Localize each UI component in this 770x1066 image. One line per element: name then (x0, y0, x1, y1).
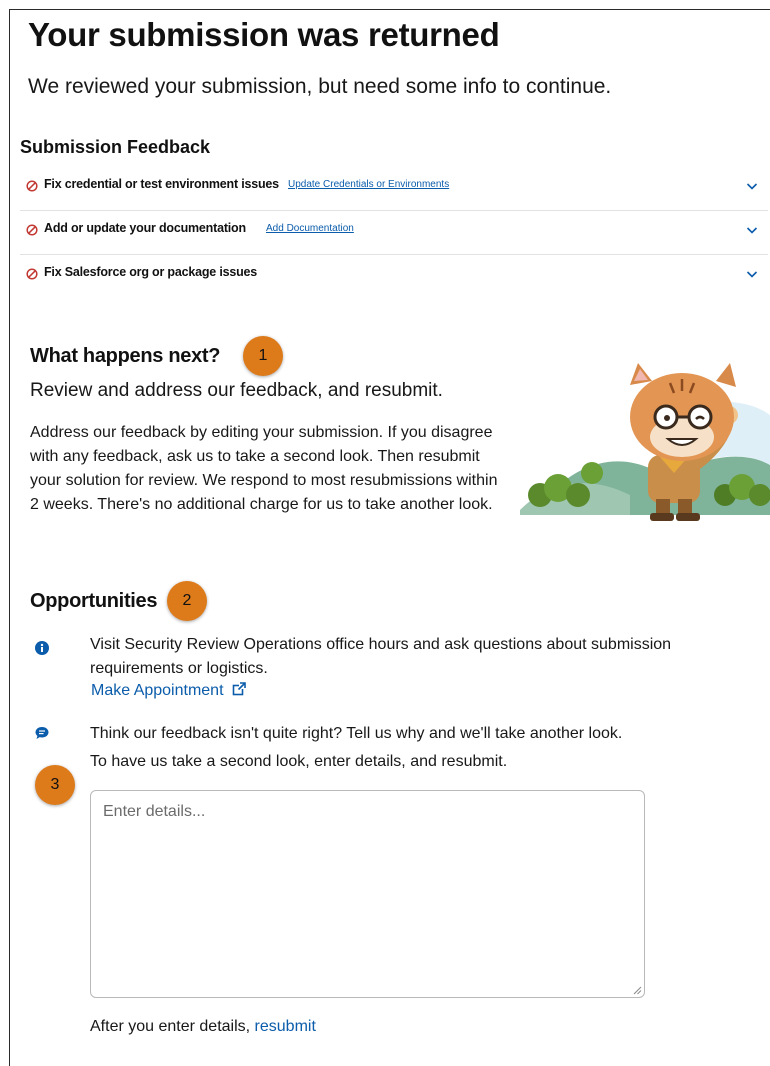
feedback-item-label: Add or update your documentation (44, 221, 246, 235)
second-look-instructions: To have us take a second look, enter det… (90, 753, 508, 770)
office-hours-text: Visit Security Review Operations office … (90, 636, 672, 677)
page-subtitle: We reviewed your submission, but need so… (28, 75, 612, 98)
feedback-item-credentials[interactable]: Fix credential or test environment issue… (20, 167, 768, 211)
chevron-down-icon[interactable] (746, 181, 758, 191)
chat-bubble-icon (35, 727, 49, 739)
feedback-item-label: Fix Salesforce org or package issues (44, 265, 258, 279)
chevron-down-icon[interactable] (746, 225, 758, 235)
update-credentials-link[interactable]: Update Credentials or Environments (288, 179, 449, 190)
feedback-item-org-package[interactable]: Fix Salesforce org or package issues (20, 255, 768, 299)
blocked-icon (26, 224, 38, 236)
after-details-text: After you enter details, resubmit (90, 1018, 316, 1036)
next-subheading: Review and address our feedback, and res… (30, 380, 443, 401)
feedback-item-documentation[interactable]: Add or update your documentation Add Doc… (20, 211, 768, 255)
next-body-text: Address our feedback by editing your sub… (30, 424, 498, 513)
mascot-illustration (520, 363, 770, 521)
opportunities-heading: Opportunities (30, 590, 158, 612)
add-documentation-link[interactable]: Add Documentation (266, 223, 354, 234)
callout-badge: 1 (243, 336, 283, 376)
make-appointment-label: Make Appointment (91, 682, 224, 699)
details-textarea[interactable] (90, 790, 645, 998)
page-title: Your submission was returned (28, 16, 500, 53)
callout-badge: 2 (167, 581, 207, 621)
blocked-icon (26, 268, 38, 280)
second-look-text: Think our feedback isn't quite right? Te… (90, 725, 623, 742)
submission-feedback-heading: Submission Feedback (20, 137, 211, 157)
what-happens-next-heading: What happens next? (30, 345, 221, 367)
blocked-icon (26, 180, 38, 192)
make-appointment-link[interactable]: Make Appointment (91, 682, 246, 700)
callout-badge: 3 (35, 765, 75, 805)
external-link-icon (232, 682, 246, 696)
info-icon (35, 641, 49, 655)
feedback-item-label: Fix credential or test environment issue… (44, 177, 279, 191)
resubmit-link[interactable]: resubmit (255, 1018, 316, 1035)
after-details-prefix: After you enter details, (90, 1018, 251, 1035)
chevron-down-icon[interactable] (746, 269, 758, 279)
resize-handle-icon[interactable] (632, 985, 642, 995)
